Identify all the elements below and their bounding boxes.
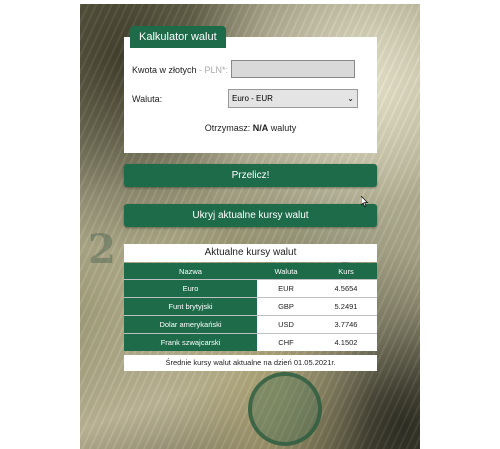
table-header-row: Nazwa Waluta Kurs xyxy=(124,263,377,280)
rates-table: Nazwa Waluta Kurs Euro EUR 4.5654 Funt b… xyxy=(124,263,377,351)
currency-rate: 5.2491 xyxy=(315,297,377,316)
column-header-name: Nazwa xyxy=(124,263,257,280)
table-row: Euro EUR 4.5654 xyxy=(124,279,377,298)
currency-selected-value: Euro - EUR xyxy=(232,94,273,103)
currency-rate: 4.5654 xyxy=(315,279,377,298)
column-header-currency: Waluta xyxy=(257,263,315,280)
amount-label-text: Kwota w złotych xyxy=(132,65,197,75)
amount-label-hint: - PLN*: xyxy=(199,65,229,75)
result-prefix: Otrzymasz: xyxy=(204,123,251,133)
toggle-rates-button[interactable]: Ukryj aktualne kursy walut xyxy=(124,204,377,227)
rates-title: Aktualne kursy walut xyxy=(124,244,377,262)
result-value: N/A xyxy=(252,123,269,133)
result-line: Otrzymasz: N/A waluty xyxy=(124,123,377,133)
currency-code: CHF xyxy=(257,333,315,351)
bill-number: 2 xyxy=(88,226,116,273)
amount-label: Kwota w złotych - PLN*: xyxy=(132,65,228,75)
currency-code: EUR xyxy=(257,279,315,298)
currency-rate: 3.7746 xyxy=(315,315,377,334)
chevron-down-icon: ⌄ xyxy=(347,94,354,103)
currency-name: Funt brytyjski xyxy=(124,297,257,316)
bill-seal xyxy=(248,372,322,446)
currency-code: USD xyxy=(257,315,315,334)
currency-name: Frank szwajcarski xyxy=(124,333,257,351)
table-row: Dolar amerykański USD 3.7746 xyxy=(124,315,377,334)
calculator-title: Kalkulator walut xyxy=(130,26,226,48)
currency-select[interactable]: Euro - EUR ⌄ xyxy=(228,89,358,108)
currency-rate: 4.1502 xyxy=(315,333,377,351)
currency-label: Waluta: xyxy=(132,94,163,104)
currency-name: Euro xyxy=(124,279,257,298)
rates-footer-note: Średnie kursy walut aktualne na dzień 01… xyxy=(124,355,377,371)
column-header-rate: Kurs xyxy=(315,263,377,280)
mouse-pointer-icon xyxy=(361,196,369,207)
convert-button[interactable]: Przelicz! xyxy=(124,164,377,187)
table-row: Frank szwajcarski CHF 4.1502 xyxy=(124,333,377,351)
result-suffix: waluty xyxy=(270,123,297,133)
table-row: Funt brytyjski GBP 5.2491 xyxy=(124,297,377,316)
currency-name: Dolar amerykański xyxy=(124,315,257,334)
currency-code: GBP xyxy=(257,297,315,316)
amount-input[interactable] xyxy=(231,60,355,78)
